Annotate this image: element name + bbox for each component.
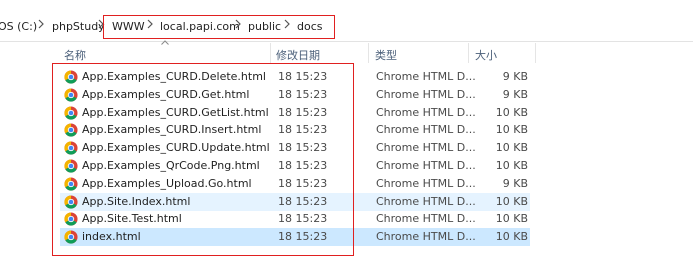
file-row[interactable]: App.Site.Index.html 18 15:23 Chrome HTML…	[60, 192, 530, 211]
column-divider[interactable]	[535, 43, 536, 63]
file-name: App.Site.Test.html	[82, 212, 182, 226]
file-size: 10 KB	[495, 212, 528, 226]
file-row[interactable]: index.html 18 15:23 Chrome HTML D... 10 …	[60, 228, 530, 247]
file-row[interactable]: App.Examples_CURD.Insert.html 18 15:23 C…	[60, 121, 530, 139]
file-row[interactable]: App.Examples_Upload.Go.html 18 15:23 Chr…	[60, 175, 530, 193]
chevron-right-icon[interactable]	[284, 18, 291, 33]
file-modified: 18 15:23	[278, 70, 328, 83]
file-size: 10 KB	[495, 194, 528, 208]
chrome-html-file-icon	[64, 141, 78, 155]
file-modified: 18 15:23	[278, 123, 328, 137]
file-name: App.Examples_CURD.Update.html	[82, 141, 270, 155]
file-row[interactable]: App.Examples_CURD.Update.html 18 15:23 C…	[60, 139, 530, 157]
file-name: App.Examples_CURD.Get.html	[82, 87, 250, 101]
breadcrumb-item-www[interactable]: WWW	[112, 20, 145, 33]
column-header-modified[interactable]: 修改日期	[276, 47, 320, 63]
file-type: Chrome HTML D...	[376, 176, 476, 190]
file-row[interactable]: App.Examples_CURD.Delete.html 18 15:23 C…	[60, 68, 530, 86]
file-size: 10 KB	[495, 105, 528, 119]
file-row[interactable]: App.Examples_QrCode.Png.html 18 15:23 Ch…	[60, 157, 530, 175]
file-modified: 18 15:23	[278, 87, 328, 101]
address-bar[interactable]: OS (C:) phpStudy WWW local.papi.com publ…	[0, 13, 693, 42]
file-size: 10 KB	[495, 159, 528, 172]
file-type: Chrome HTML D...	[376, 141, 476, 155]
chevron-right-icon[interactable]	[147, 18, 154, 33]
file-type: Chrome HTML D...	[376, 230, 476, 244]
chrome-html-file-icon	[64, 212, 78, 226]
file-modified: 18 15:23	[278, 159, 328, 172]
file-name: App.Examples_CURD.Delete.html	[82, 70, 266, 83]
chrome-html-file-icon	[64, 195, 78, 209]
chrome-html-file-icon	[64, 70, 78, 84]
sort-ascending-icon	[161, 40, 169, 45]
chrome-html-file-icon	[64, 159, 78, 173]
file-size: 10 KB	[495, 123, 528, 137]
chevron-right-icon[interactable]	[235, 18, 242, 33]
file-row[interactable]: App.Examples_CURD.Get.html 18 15:23 Chro…	[60, 86, 530, 104]
chrome-html-file-icon	[64, 123, 78, 137]
column-divider[interactable]	[468, 43, 469, 63]
column-divider[interactable]	[270, 43, 271, 63]
file-type: Chrome HTML D...	[376, 212, 476, 226]
file-type: Chrome HTML D...	[376, 123, 476, 137]
file-row[interactable]: App.Site.Test.html 18 15:23 Chrome HTML …	[60, 210, 530, 228]
column-header-size[interactable]: 大小	[475, 47, 497, 63]
file-type: Chrome HTML D...	[376, 87, 476, 101]
chevron-right-icon[interactable]	[38, 18, 45, 33]
file-type: Chrome HTML D...	[376, 159, 476, 172]
file-size: 10 KB	[495, 141, 528, 155]
file-name: App.Examples_Upload.Go.html	[82, 176, 252, 190]
file-modified: 18 15:23	[278, 105, 328, 119]
breadcrumb-item-local-papi[interactable]: local.papi.com	[160, 20, 240, 33]
file-type: Chrome HTML D...	[376, 105, 476, 119]
file-type: Chrome HTML D...	[376, 70, 476, 83]
column-header-type[interactable]: 类型	[375, 47, 397, 63]
chrome-html-file-icon	[64, 106, 78, 120]
breadcrumb-item-phpstudy[interactable]: phpStudy	[52, 20, 105, 33]
file-name: App.Examples_CURD.GetList.html	[82, 105, 269, 119]
file-modified: 18 15:23	[278, 194, 328, 208]
file-name: App.Examples_QrCode.Png.html	[82, 159, 260, 172]
file-modified: 18 15:23	[278, 141, 328, 155]
breadcrumb-drive[interactable]: OS (C:)	[0, 20, 37, 33]
file-size: 9 KB	[502, 87, 528, 101]
file-name: App.Site.Index.html	[82, 194, 191, 208]
file-modified: 18 15:23	[278, 176, 328, 190]
file-size: 9 KB	[502, 176, 528, 190]
column-header-name[interactable]: 名称	[64, 47, 86, 63]
file-name: index.html	[82, 230, 141, 244]
breadcrumb-item-public[interactable]: public	[248, 20, 281, 33]
column-header-row: 名称 修改日期 类型 大小	[0, 40, 693, 63]
chrome-html-file-icon	[64, 230, 78, 244]
file-size: 9 KB	[502, 70, 528, 83]
file-modified: 18 15:23	[278, 230, 328, 244]
file-modified: 18 15:23	[278, 212, 328, 226]
chevron-right-icon[interactable]	[98, 18, 105, 33]
file-size: 10 KB	[495, 230, 528, 244]
file-name: App.Examples_CURD.Insert.html	[82, 123, 262, 137]
column-divider[interactable]	[368, 43, 369, 63]
chrome-html-file-icon	[64, 177, 78, 191]
file-row[interactable]: App.Examples_CURD.GetList.html 18 15:23 …	[60, 104, 530, 122]
file-type: Chrome HTML D...	[376, 194, 476, 208]
chrome-html-file-icon	[64, 88, 78, 102]
breadcrumb-item-docs[interactable]: docs	[297, 20, 323, 33]
